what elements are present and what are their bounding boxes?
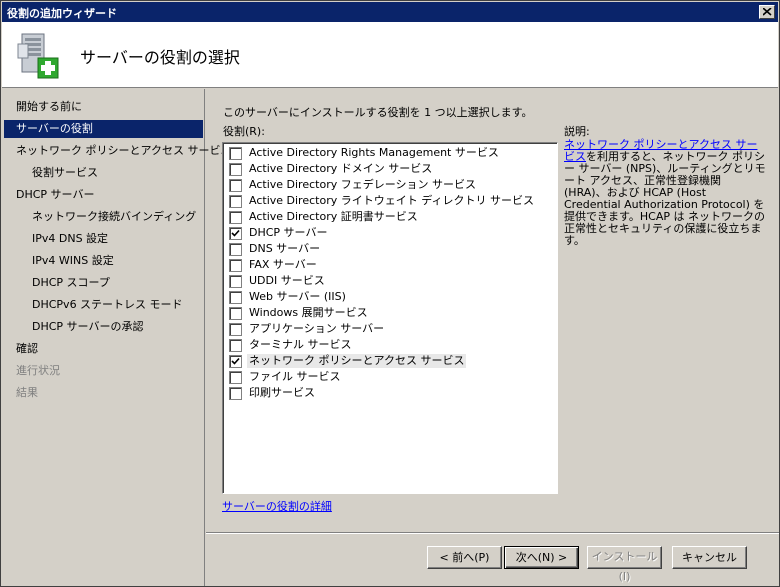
window-title: 役割の追加ウィザード bbox=[7, 7, 117, 20]
title-bar[interactable]: 役割の追加ウィザード bbox=[2, 2, 778, 22]
nav-step-item[interactable]: 役割サービス bbox=[4, 164, 203, 182]
role-list-item[interactable]: Active Directory ライトウェイト ディレクトリ サービス bbox=[227, 193, 555, 209]
role-checkbox[interactable] bbox=[229, 275, 242, 288]
role-list-item[interactable]: Active Directory 証明書サービス bbox=[227, 209, 555, 225]
role-list-item[interactable]: ネットワーク ポリシーとアクセス サービス bbox=[227, 353, 555, 369]
role-label: DNS サーバー bbox=[249, 242, 321, 255]
role-label: Active Directory ライトウェイト ディレクトリ サービス bbox=[249, 194, 534, 207]
back-button[interactable]: < 前へ(P) bbox=[427, 546, 502, 569]
role-label: FAX サーバー bbox=[249, 258, 317, 271]
role-label: アプリケーション サーバー bbox=[249, 322, 385, 335]
role-label: Windows 展開サービス bbox=[249, 306, 368, 319]
role-checkbox[interactable] bbox=[229, 307, 242, 320]
role-label: 印刷サービス bbox=[249, 386, 315, 399]
role-label: Active Directory フェデレーション サービス bbox=[249, 178, 476, 191]
nav-step-item[interactable]: IPv4 WINS 設定 bbox=[4, 252, 203, 270]
role-checkbox[interactable] bbox=[229, 371, 242, 384]
role-label: ファイル サービス bbox=[249, 370, 341, 383]
role-list-item[interactable]: ターミナル サービス bbox=[227, 337, 555, 353]
checkmark-icon bbox=[231, 229, 240, 237]
role-list-item[interactable]: Windows 展開サービス bbox=[227, 305, 555, 321]
role-checkbox[interactable] bbox=[229, 259, 242, 272]
nav-step-item[interactable]: サーバーの役割 bbox=[4, 120, 203, 138]
next-button[interactable]: 次へ(N) > bbox=[504, 546, 579, 569]
role-checkbox[interactable] bbox=[229, 291, 242, 304]
nav-step-item[interactable]: 確認 bbox=[4, 340, 203, 358]
role-list-item[interactable]: DNS サーバー bbox=[227, 241, 555, 257]
close-button[interactable] bbox=[759, 5, 775, 19]
role-checkbox[interactable] bbox=[229, 211, 242, 224]
role-label: Active Directory 証明書サービス bbox=[249, 210, 418, 223]
nav-step-item[interactable]: DHCP サーバー bbox=[4, 186, 203, 204]
install-button[interactable]: インストール(I) bbox=[587, 546, 662, 583]
role-list-item[interactable]: UDDI サービス bbox=[227, 273, 555, 289]
role-checkbox[interactable] bbox=[229, 323, 242, 336]
role-list-item[interactable]: ファイル サービス bbox=[227, 369, 555, 385]
wizard-header: サーバーの役割の選択 bbox=[2, 22, 778, 88]
role-label: Web サーバー (IIS) bbox=[249, 290, 346, 303]
instruction-text: このサーバーにインストールする役割を 1 つ以上選択します。 bbox=[223, 106, 533, 119]
role-label: UDDI サービス bbox=[249, 274, 325, 287]
description-text: を利用すると、ネットワーク ポリシー サーバー (NPS)、ルーティングとリモー… bbox=[564, 150, 766, 247]
nav-step-item: 進行状況 bbox=[16, 364, 60, 377]
role-label: ターミナル サービス bbox=[249, 338, 352, 351]
role-list-item[interactable]: DHCP サーバー bbox=[227, 225, 555, 241]
nav-step-item[interactable]: DHCPv6 ステートレス モード bbox=[4, 296, 203, 314]
nav-step-item: 結果 bbox=[16, 386, 38, 399]
role-label: Active Directory ドメイン サービス bbox=[249, 162, 433, 175]
nav-step-item[interactable]: DHCP サーバーの承認 bbox=[4, 318, 203, 336]
cancel-button[interactable]: キャンセル bbox=[672, 546, 747, 569]
role-list-item[interactable]: FAX サーバー bbox=[227, 257, 555, 273]
server-roles-more-info-link[interactable]: サーバーの役割の詳細 bbox=[222, 498, 332, 514]
wizard-steps-nav: 開始する前に サーバーの役割ネットワーク ポリシーとアクセス サービ... 役割サー… bbox=[2, 89, 231, 586]
role-checkbox[interactable] bbox=[229, 339, 242, 352]
role-checkbox[interactable] bbox=[229, 147, 242, 160]
roles-list[interactable]: Active Directory Rights Management サービス A… bbox=[222, 142, 558, 494]
checkmark-icon bbox=[231, 357, 240, 365]
role-checkbox[interactable] bbox=[229, 163, 242, 176]
wizard-window: 役割の追加ウィザード サーバーの役割の選択 開始する前に サーバーの役割 ネットワー… bbox=[0, 0, 780, 587]
role-checkbox[interactable] bbox=[229, 243, 242, 256]
role-list-item[interactable]: Active Directory ドメイン サービス bbox=[227, 161, 555, 177]
role-list-item[interactable]: 印刷サービス bbox=[227, 385, 555, 401]
description-heading: 説明: bbox=[564, 125, 590, 138]
nav-step-item[interactable]: ネットワーク ポリシーとアクセス サービ... bbox=[4, 142, 231, 160]
role-checkbox[interactable] bbox=[229, 195, 242, 208]
nav-step-item[interactable]: 開始する前に bbox=[4, 98, 203, 116]
description-body: ネットワーク ポリシーとアクセス サービスを利用すると、ネットワーク ポリシー … bbox=[564, 139, 766, 247]
role-checkbox[interactable] bbox=[229, 227, 242, 240]
nav-step-item[interactable]: DHCP スコープ bbox=[4, 274, 203, 292]
button-separator bbox=[206, 532, 779, 534]
close-icon bbox=[763, 8, 772, 16]
role-list-item[interactable]: Active Directory フェデレーション サービス bbox=[227, 177, 555, 193]
server-add-icon bbox=[17, 33, 59, 79]
page-title: サーバーの役割の選択 bbox=[80, 48, 240, 67]
main-panel: このサーバーにインストールする役割を 1 つ以上選択します。 役割(R): Ac… bbox=[206, 89, 779, 524]
roles-label: 役割(R): bbox=[223, 125, 265, 138]
role-checkbox[interactable] bbox=[229, 387, 242, 400]
role-checkbox[interactable] bbox=[229, 355, 242, 368]
role-list-item[interactable]: Web サーバー (IIS) bbox=[227, 289, 555, 305]
role-list-item[interactable]: Active Directory Rights Management サービス bbox=[227, 145, 555, 161]
role-label: Active Directory Rights Management サービス bbox=[249, 146, 499, 159]
role-list-item[interactable]: アプリケーション サーバー bbox=[227, 321, 555, 337]
nav-step-item[interactable]: IPv4 DNS 設定 bbox=[4, 230, 203, 248]
role-label: DHCP サーバー bbox=[249, 226, 328, 239]
role-label: ネットワーク ポリシーとアクセス サービス bbox=[247, 354, 467, 368]
nav-step-item[interactable]: ネットワーク接続バインディング bbox=[4, 208, 203, 226]
role-checkbox[interactable] bbox=[229, 179, 242, 192]
